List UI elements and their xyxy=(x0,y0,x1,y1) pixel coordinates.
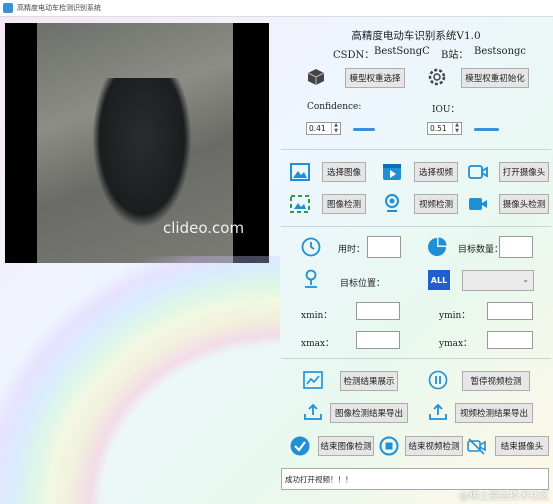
watermark: clideo.com xyxy=(163,219,245,237)
video-detect-button[interactable]: 视频检测 xyxy=(414,194,458,214)
bili-value: Bestsongc xyxy=(474,46,527,57)
pause-video-button[interactable]: 暂停视频检测 xyxy=(462,371,530,391)
scooter-image xyxy=(92,78,192,228)
upload-icon[interactable] xyxy=(303,402,323,422)
iou-label: IOU： xyxy=(432,105,460,115)
stop-video-button[interactable]: 结束视频检测 xyxy=(405,436,463,456)
pie-chart-icon xyxy=(427,237,447,257)
confidence-value: 0.41 xyxy=(309,124,326,133)
spinbox-arrows-icon[interactable]: ▲ ▼ xyxy=(331,122,340,134)
stop-camera-button[interactable]: 结束摄像头 xyxy=(495,436,549,456)
section-divider xyxy=(281,149,551,150)
video-camera-icon[interactable] xyxy=(468,194,488,214)
preview-area: clideo.com xyxy=(0,16,280,504)
iou-spinbox[interactable]: 0.51 ▲ ▼ xyxy=(427,122,462,135)
model-init-button[interactable]: 模型权重初始化 xyxy=(461,68,529,88)
upload-icon[interactable] xyxy=(428,402,448,422)
xmax-field xyxy=(356,331,400,349)
section-divider xyxy=(281,226,551,227)
xmin-field xyxy=(356,302,400,320)
image-icon[interactable] xyxy=(290,162,310,182)
show-results-button[interactable]: 检测结果展示 xyxy=(340,371,398,391)
webcam-icon[interactable] xyxy=(382,193,402,213)
camera-detect-button[interactable]: 摄像头检测 xyxy=(499,194,549,214)
confidence-slider[interactable] xyxy=(353,128,375,131)
cube-icon[interactable] xyxy=(306,67,326,87)
ymin-label: ymin： xyxy=(439,311,471,321)
rainbow-background xyxy=(0,256,280,504)
spinbox-arrows-icon[interactable]: ▲ ▼ xyxy=(452,122,461,134)
stop-image-button[interactable]: 结束图像检测 xyxy=(318,436,374,456)
control-panel: 高精度电动车识别系统V1.0 CSDN： BestSongC B站： Bests… xyxy=(281,16,551,504)
image-detect-icon[interactable] xyxy=(290,194,310,214)
csdn-label: CSDN： xyxy=(333,50,375,61)
window-title: 高精度电动车检测识别系统 xyxy=(17,4,101,12)
model-select-button[interactable]: 模型权重选择 xyxy=(345,68,405,88)
count-field xyxy=(499,236,533,258)
select-video-button[interactable]: 选择视频 xyxy=(414,162,458,182)
gear-icon[interactable] xyxy=(427,67,447,87)
confidence-spinbox[interactable]: 0.41 ▲ ▼ xyxy=(306,122,341,135)
location-pin-icon xyxy=(301,269,321,289)
export-video-button[interactable]: 视频检测结果导出 xyxy=(455,403,533,423)
time-field xyxy=(367,236,401,258)
xmax-label: xmax： xyxy=(301,339,335,349)
target-select[interactable]: ⌄ xyxy=(462,270,534,291)
app-icon xyxy=(3,3,13,13)
all-icon: ALL xyxy=(428,270,450,290)
open-camera-button[interactable]: 打开摄像头 xyxy=(499,162,549,182)
count-label: 目标数量： xyxy=(458,245,504,255)
video-preview: clideo.com xyxy=(5,23,269,263)
window-titlebar: 高精度电动车检测识别系统 xyxy=(0,0,553,17)
app-title: 高精度电动车识别系统V1.0 xyxy=(351,30,481,42)
select-image-button[interactable]: 选择图像 xyxy=(322,162,366,182)
confidence-label: Confidence: xyxy=(307,102,362,112)
line-chart-icon[interactable] xyxy=(303,370,323,390)
footer-watermark: @稀土掘金技术社区 xyxy=(459,491,549,502)
clock-icon xyxy=(301,237,321,257)
ymax-label: ymax： xyxy=(439,339,473,349)
chevron-down-icon: ⌄ xyxy=(522,275,529,284)
section-divider xyxy=(281,358,551,359)
iou-slider[interactable] xyxy=(474,128,499,131)
iou-value: 0.51 xyxy=(430,124,447,133)
check-circle-icon[interactable] xyxy=(290,436,310,456)
position-label: 目标位置： xyxy=(340,279,386,289)
time-label: 用时： xyxy=(338,245,366,255)
video-file-icon[interactable] xyxy=(382,162,402,182)
image-detect-button[interactable]: 图像检测 xyxy=(322,194,366,214)
xmin-label: xmin： xyxy=(301,311,333,321)
camera-outline-icon[interactable] xyxy=(468,162,488,182)
camera-off-icon[interactable] xyxy=(467,436,487,456)
pause-icon[interactable] xyxy=(428,370,448,390)
csdn-value: BestSongC xyxy=(374,46,430,57)
ymin-field xyxy=(487,302,533,320)
stop-icon[interactable] xyxy=(379,436,399,456)
export-image-button[interactable]: 图像检测结果导出 xyxy=(330,403,408,423)
ymax-field xyxy=(487,331,533,349)
bili-label: B站： xyxy=(441,50,469,61)
